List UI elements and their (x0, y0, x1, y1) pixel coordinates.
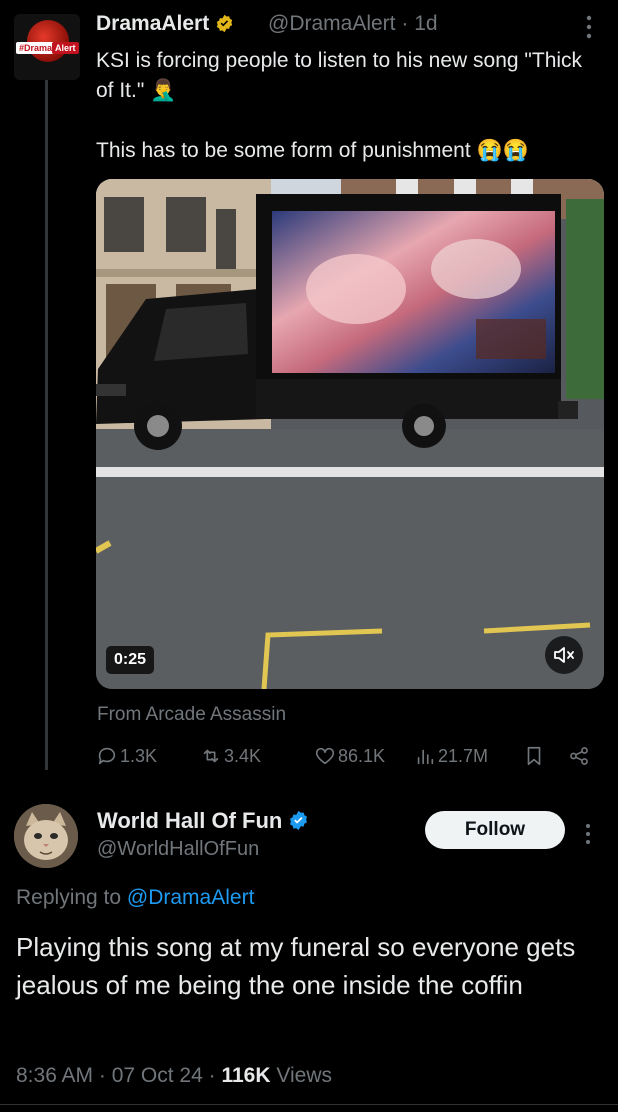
time-ago: 1d (414, 12, 438, 35)
reply-author-name-text: World Hall Of Fun (97, 808, 283, 833)
author-handle: @DramaAlert (268, 12, 396, 35)
replying-to: Replying to @DramaAlert (16, 886, 254, 910)
reply-more-options-button[interactable] (584, 823, 598, 850)
reply-text: Playing this song at my funeral so every… (16, 932, 576, 1000)
author-name[interactable]: DramaAlert (96, 12, 234, 36)
reply-views-count: 116K (221, 1064, 271, 1087)
bookmark-icon (527, 746, 541, 766)
views-icon (417, 749, 434, 765)
more-icon (586, 15, 592, 39)
more-options-button[interactable] (582, 14, 596, 40)
cat-avatar-image (14, 804, 78, 868)
reply-icon (98, 747, 116, 765)
reply-meta: 8:36 AM · 07 Oct 24 · 116K Views (16, 1064, 332, 1088)
reply-views-label: Views (276, 1064, 332, 1087)
separator-dot: · (98, 1064, 112, 1087)
views-button[interactable]: 21.7M (414, 745, 488, 767)
reply-button[interactable]: 1.3K (96, 745, 157, 767)
share-button[interactable] (568, 745, 590, 767)
like-button[interactable]: 86.1K (314, 745, 385, 767)
dramaalert-avatar[interactable]: #Drama Alert (14, 14, 80, 80)
author-name-text: DramaAlert (96, 12, 210, 35)
bookmark-button[interactable] (523, 745, 545, 767)
tweet-text: KSI is forcing people to listen to his n… (96, 49, 583, 162)
mute-icon (554, 647, 574, 663)
tweet-actions: 1.3K 3.4K 86.1K 21.7M (96, 745, 600, 773)
replying-prefix: Replying to (16, 886, 122, 909)
reply-date[interactable]: 07 Oct 24 (112, 1064, 203, 1087)
avatar-tag-left: #Drama (16, 42, 56, 54)
follow-button[interactable]: Follow (425, 811, 565, 849)
reply-count: 1.3K (120, 745, 158, 766)
replying-to-link[interactable]: @DramaAlert (127, 886, 255, 909)
share-icon (570, 747, 588, 765)
like-count: 86.1K (338, 745, 386, 766)
views-count: 21.7M (438, 745, 489, 766)
reply-author-handle[interactable]: @WorldHallOfFun (97, 838, 259, 861)
like-icon (315, 747, 335, 765)
separator-dot: · (401, 12, 415, 35)
more-icon (586, 824, 590, 844)
repost-count: 3.4K (224, 745, 262, 766)
repost-button[interactable]: 3.4K (200, 745, 261, 767)
thread-line (45, 80, 48, 770)
globe-logo (27, 20, 69, 62)
reply-author-name[interactable]: World Hall Of Fun (97, 808, 309, 834)
video-duration: 0:25 (106, 646, 155, 674)
mute-button[interactable] (545, 636, 583, 674)
video-player[interactable] (96, 179, 604, 689)
verified-icon (216, 14, 233, 33)
author-handle-time[interactable]: @DramaAlert · 1d (268, 12, 438, 36)
verified-icon (290, 810, 308, 831)
worldhalloffun-avatar[interactable] (14, 804, 78, 868)
media-source[interactable]: From Arcade Assassin (97, 704, 286, 726)
separator-dot: · (208, 1064, 222, 1087)
divider (0, 1104, 618, 1105)
video-frame (96, 179, 604, 689)
avatar-tag-right: Alert (52, 42, 79, 54)
reply-time[interactable]: 8:36 AM (16, 1064, 93, 1087)
repost-icon (203, 749, 219, 763)
